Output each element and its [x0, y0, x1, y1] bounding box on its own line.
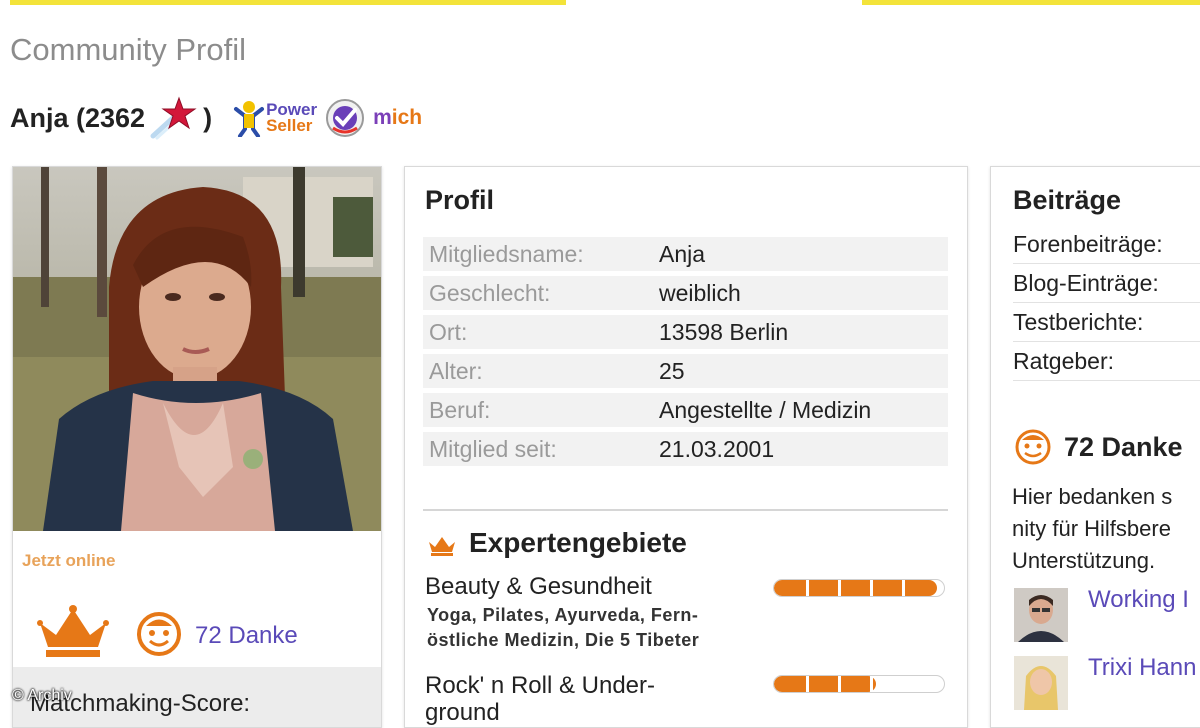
row-divider	[1013, 380, 1200, 381]
expert-level-bar	[773, 579, 945, 597]
online-status: Jetzt online	[22, 551, 116, 570]
expert-area-desc: östliche Medizin, Die 5 Tibeter	[427, 630, 700, 650]
mich-badge-icon[interactable]	[325, 98, 365, 138]
thanker-name[interactable]: Working I	[1088, 586, 1189, 614]
section-divider	[423, 509, 948, 511]
power-seller-icon	[234, 101, 265, 137]
profil-row-value: weiblich	[659, 280, 741, 306]
row-divider	[1013, 302, 1200, 303]
expert-level-fill	[774, 580, 938, 596]
top-nav-bar-right	[862, 0, 1200, 5]
level-bar-segment-gap	[806, 580, 809, 596]
expert-area-name-cont[interactable]: ground	[425, 699, 500, 727]
smiley-icon	[1015, 429, 1051, 465]
star-rank-icon	[149, 96, 199, 140]
profil-row-mitgliedsname: Mitgliedsname: Anja	[423, 237, 948, 271]
beitraege-row-forenbeitraege[interactable]: Forenbeiträge:	[1013, 231, 1163, 258]
beitraege-row-blog[interactable]: Blog-Einträge:	[1013, 270, 1159, 297]
username-close-paren: )	[203, 102, 213, 133]
row-divider	[1013, 341, 1200, 342]
copyright-watermark: © Archiv	[12, 687, 72, 704]
profil-row-label: Ort:	[429, 319, 468, 345]
mich-label-prefix: m	[373, 106, 392, 129]
expert-area-name[interactable]: Beauty & Gesundheit	[425, 573, 652, 601]
beitraege-title: Beiträge	[1013, 185, 1122, 215]
mich-label[interactable]: mich	[373, 106, 422, 130]
danke-text: Unterstützung.	[1012, 548, 1156, 573]
level-bar-segment-gap	[902, 676, 905, 692]
profil-row-label: Alter:	[429, 358, 483, 384]
crown-icon	[37, 605, 109, 657]
danke-text: nity für Hilfsbere	[1012, 516, 1171, 541]
mich-label-suffix: ich	[391, 106, 423, 129]
profil-row-geschlecht: Geschlecht: weiblich	[423, 276, 948, 310]
expert-level-fill	[774, 676, 876, 692]
level-bar-segment-gap	[806, 676, 809, 692]
profil-card: Profil Mitgliedsname: Anja Geschlecht: w…	[404, 166, 968, 728]
level-bar-segment-gap	[870, 580, 873, 596]
thanker-avatar[interactable]	[1014, 588, 1068, 642]
user-header: Anja (2362 ) Power Seller mich	[10, 96, 422, 140]
profile-photo[interactable]	[13, 167, 381, 531]
expertengebiete-title: Expertengebiete	[469, 527, 687, 558]
danke-link[interactable]: 72 Danke	[195, 622, 298, 650]
thanker-name[interactable]: Trixi Hann	[1088, 654, 1196, 682]
username: Anja (2362	[10, 102, 146, 133]
profil-row-value: Anja	[659, 241, 706, 267]
profil-row-beruf: Beruf: Angestellte / Medizin	[423, 393, 948, 427]
profil-row-mitglied-seit: Mitglied seit: 21.03.2001	[423, 432, 948, 466]
profil-row-value: 21.03.2001	[659, 436, 775, 462]
page-title: Community Profil	[10, 32, 246, 67]
expert-area-desc: Yoga, Pilates, Ayurveda, Fern-	[427, 605, 699, 625]
row-divider	[1013, 263, 1200, 264]
expert-area-name[interactable]: Rock' n Roll & Under-	[425, 672, 655, 700]
profil-row-label: Mitgliedsname:	[429, 241, 584, 267]
thanker-avatar[interactable]	[1014, 656, 1068, 710]
profil-row-value: 25	[659, 358, 685, 384]
profil-row-alter: Alter: 25	[423, 354, 948, 388]
beitraege-row-ratgeber[interactable]: Ratgeber:	[1013, 348, 1114, 375]
top-nav-bar-left	[10, 0, 566, 5]
profil-row-label: Geschlecht:	[429, 280, 551, 306]
profil-row-label: Beruf:	[429, 397, 491, 423]
profil-row-value: Angestellte / Medizin	[659, 397, 872, 423]
power-seller-badge[interactable]: Power Seller	[232, 99, 317, 137]
profil-title: Profil	[425, 185, 495, 215]
danke-text: Hier bedanken s	[1012, 484, 1173, 509]
level-bar-segment-gap	[870, 676, 873, 692]
beitraege-row-testberichte[interactable]: Testberichte:	[1013, 309, 1143, 336]
danke-heading: 72 Danke	[1064, 432, 1183, 462]
crown-small-icon	[429, 537, 455, 556]
seller-label: Seller	[266, 116, 313, 135]
profil-row-value: 13598 Berlin	[659, 319, 789, 345]
expert-level-bar	[773, 675, 945, 693]
level-bar-segment-gap	[838, 580, 841, 596]
smiley-icon	[137, 612, 181, 656]
profil-row-ort: Ort: 13598 Berlin	[423, 315, 948, 349]
level-bar-segment-gap	[838, 676, 841, 692]
level-bar-segment-gap	[902, 580, 905, 596]
profil-row-label: Mitglied seit:	[429, 436, 557, 462]
